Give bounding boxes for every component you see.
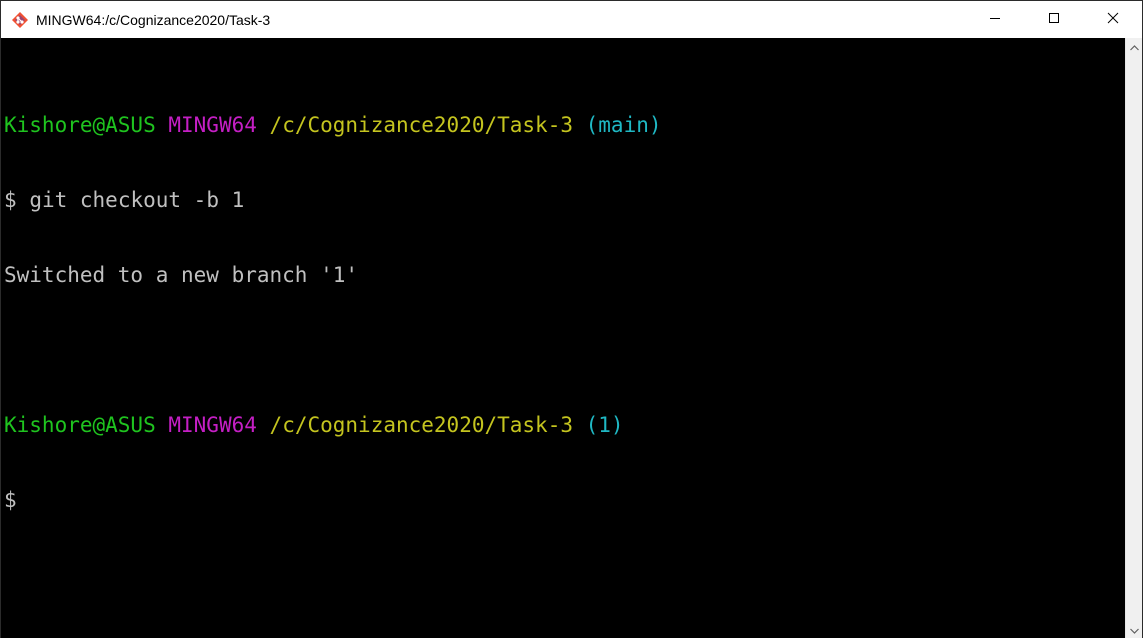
close-icon: [1107, 11, 1119, 29]
prompt-symbol: $: [4, 188, 17, 212]
command-output-line: Switched to a new branch '1': [4, 263, 1125, 288]
scroll-up-icon: [1129, 38, 1139, 56]
command-output: Switched to a new branch '1': [4, 263, 359, 287]
minimize-icon: [989, 11, 1001, 29]
prompt-symbol: $: [4, 488, 17, 512]
prompt-path: /c/Cognizance2020/Task-3: [269, 113, 573, 137]
terminal-window: MINGW64:/c/Cognizance2020/Task-3 Kishore…: [0, 0, 1143, 638]
prompt-header-line: Kishore@ASUS MINGW64 /c/Cognizance2020/T…: [4, 413, 1125, 438]
prompt-user: Kishore@ASUS: [4, 113, 156, 137]
title-bar[interactable]: MINGW64:/c/Cognizance2020/Task-3: [1, 1, 1142, 38]
command-line: $ git checkout -b 1: [4, 188, 1125, 213]
scroll-down-button[interactable]: [1126, 621, 1142, 638]
command-text: git checkout -b 1: [29, 188, 245, 212]
close-button[interactable]: [1083, 1, 1142, 38]
scroll-down-icon: [1129, 621, 1139, 638]
scroll-up-button[interactable]: [1126, 38, 1142, 55]
maximize-button[interactable]: [1024, 1, 1083, 38]
minimize-button[interactable]: [965, 1, 1024, 38]
git-bash-icon: [10, 10, 30, 30]
prompt-header-line: Kishore@ASUS MINGW64 /c/Cognizance2020/T…: [4, 113, 1125, 138]
prompt-system: MINGW64: [168, 113, 257, 137]
terminal-output[interactable]: Kishore@ASUS MINGW64 /c/Cognizance2020/T…: [1, 38, 1125, 638]
prompt-branch: (main): [585, 113, 662, 137]
prompt-system: MINGW64: [168, 413, 257, 437]
prompt-path: /c/Cognizance2020/Task-3: [269, 413, 573, 437]
maximize-icon: [1048, 11, 1060, 29]
prompt-branch: (1): [585, 413, 624, 437]
prompt-user: Kishore@ASUS: [4, 413, 156, 437]
window-title: MINGW64:/c/Cognizance2020/Task-3: [36, 11, 271, 28]
window-controls: [965, 1, 1142, 38]
vertical-scrollbar[interactable]: [1125, 38, 1142, 638]
input-line[interactable]: $: [4, 488, 1125, 513]
